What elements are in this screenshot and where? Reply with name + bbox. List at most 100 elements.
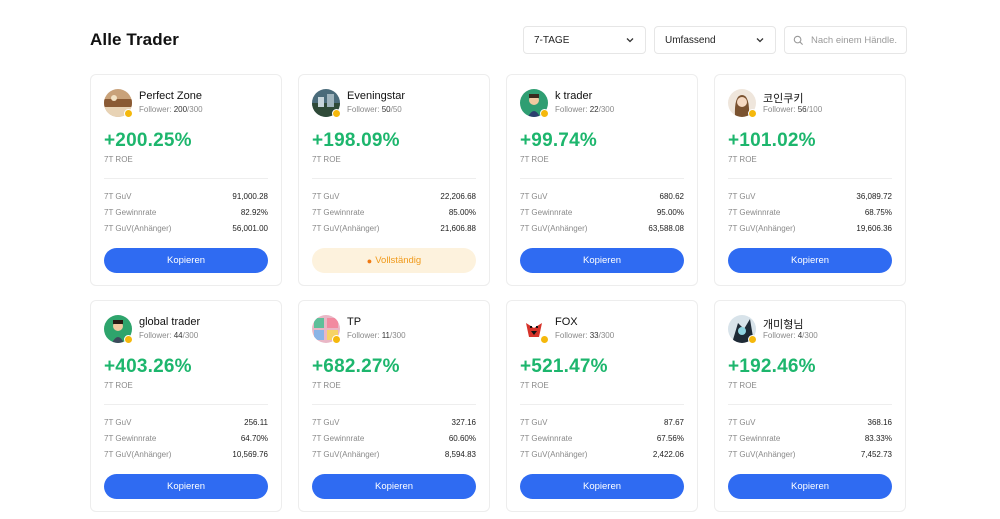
trader-card[interactable]: k trader Follower: 22/300 +99.74% 7T ROE 7T … [506,74,698,286]
follower-max: /300 [598,331,615,340]
copy-button[interactable]: Kopieren [520,248,684,273]
roe-label: 7T ROE [104,381,133,390]
copy-button[interactable]: Kopieren [312,474,476,499]
search-input[interactable]: Nach einem Händle... [784,26,907,54]
follower-current: 44 [173,331,183,340]
sort-select[interactable]: Umfassend [654,26,776,54]
stat-pnl-value: 36,089.72 [856,192,892,201]
divider [104,178,268,179]
stat-pnl-label: 7T GuV [520,192,548,201]
stat-follower-pnl: 7T GuV(Anhänger) 19,606.36 [728,224,892,236]
follower-max: /300 [187,105,203,114]
stat-winrate-value: 85.00% [448,208,476,217]
roe-label: 7T ROE [728,155,757,164]
roe-label: 7T ROE [728,381,757,390]
follower-label: Follower: [763,331,796,340]
flame-icon: ● [366,255,373,266]
trader-name[interactable]: global trader [139,316,200,328]
roe-value: +198.09% [312,130,400,151]
trader-card[interactable]: Perfect Zone Follower: 200/300 +200.25% 7T … [90,74,282,286]
copy-button[interactable]: Kopieren [728,474,892,499]
follower-current: 22 [589,105,599,114]
copy-button[interactable]: Kopieren [728,248,892,273]
stat-pnl-label: 7T GuV [312,418,340,427]
roe-label: 7T ROE [520,381,549,390]
stat-follower-pnl-value: 21,606.88 [440,224,476,233]
trader-card[interactable]: Eveningstar Follower: 50/50 +198.09% 7T ROE… [298,74,490,286]
stat-pnl-label: 7T GuV [728,192,756,201]
trader-card[interactable]: 코인쿠키 Follower: 56/100 +101.02% 7T ROE 7T GuV… [714,74,906,286]
stat-winrate-label: 7T Gewinnrate [728,434,781,443]
divider [312,178,476,179]
trader-name[interactable]: FOX [555,316,578,328]
trader-card[interactable]: TP Follower: 11/300 +682.27% 7T ROE 7T GuV 32… [298,300,490,512]
stat-winrate-value: 82.92% [240,208,268,217]
stat-winrate: 7T Gewinnrate 60.60% [312,434,476,446]
stat-winrate: 7T Gewinnrate 83.33% [728,434,892,446]
stat-follower-pnl: 7T GuV(Anhänger) 21,606.88 [312,224,476,236]
trader-name[interactable]: Eveningstar [347,90,405,102]
follower-count: Follower: 44/300 [139,331,198,340]
stat-winrate: 7T Gewinnrate 64.70% [104,434,268,446]
follower-current: 56 [797,105,807,114]
stat-pnl: 7T GuV 368.16 [728,418,892,430]
follower-max: /50 [390,105,402,114]
stat-pnl: 7T GuV 327.16 [312,418,476,430]
verified-badge-icon [124,335,133,344]
stat-winrate-label: 7T Gewinnrate [312,208,365,217]
follower-max: /300 [390,331,406,340]
copy-button[interactable]: Kopieren [520,474,684,499]
verified-badge-icon [748,109,757,118]
stat-winrate-label: 7T Gewinnrate [520,434,573,443]
stat-winrate: 7T Gewinnrate 67.56% [520,434,684,446]
trader-name[interactable]: 개미형님 [763,316,803,332]
roe-label: 7T ROE [520,155,549,164]
roe-label: 7T ROE [312,381,341,390]
stat-follower-pnl: 7T GuV(Anhänger) 63,588.08 [520,224,684,236]
stat-follower-pnl-label: 7T GuV(Anhänger) [728,224,796,233]
roe-value: +99.74% [520,130,597,151]
stat-pnl-label: 7T GuV [312,192,340,201]
trader-card[interactable]: global trader Follower: 44/300 +403.26% 7T … [90,300,282,512]
follower-count: Follower: 200/300 [139,105,203,114]
follower-max: /300 [598,105,615,114]
stat-pnl: 7T GuV 256.11 [104,418,268,430]
follower-count: Follower: 33/300 [555,331,614,340]
stat-winrate-value: 67.56% [656,434,684,443]
follower-label: Follower: [139,105,172,114]
trader-name[interactable]: Perfect Zone [139,90,202,102]
period-select[interactable]: 7-TAGE [523,26,646,54]
follower-label: Follower: [139,331,172,340]
stat-pnl-value: 22,206.68 [440,192,476,201]
stat-follower-pnl-value: 63,588.08 [648,224,684,233]
stat-pnl-value: 87.67 [663,418,684,427]
stat-follower-pnl-label: 7T GuV(Anhänger) [312,224,380,233]
stat-pnl: 7T GuV 87.67 [520,418,684,430]
copy-button[interactable]: Kopieren [104,248,268,273]
trader-card[interactable]: 개미형님 Follower: 4/300 +192.46% 7T ROE 7T GuV 3… [714,300,906,512]
verified-badge-icon [540,109,549,118]
full-status-button: ● Vollständig [312,248,476,273]
stat-winrate-value: 64.70% [240,434,268,443]
roe-value: +521.47% [520,356,608,377]
stat-follower-pnl: 7T GuV(Anhänger) 7,452.73 [728,450,892,462]
stat-winrate: 7T Gewinnrate 85.00% [312,208,476,220]
sort-select-value: Umfassend [665,34,716,46]
trader-card[interactable]: FOX Follower: 33/300 +521.47% 7T ROE 7T GuV 8… [506,300,698,512]
roe-value: +200.25% [104,130,192,151]
chevron-down-icon [756,38,764,43]
period-select-value: 7-TAGE [534,34,570,46]
full-status-label: Vollständig [375,255,422,266]
trader-name[interactable]: k trader [555,90,592,102]
trader-name[interactable]: TP [347,316,361,328]
follower-count: Follower: 50/50 [347,105,402,114]
stat-winrate: 7T Gewinnrate 82.92% [104,208,268,220]
stat-winrate-label: 7T Gewinnrate [312,434,365,443]
stat-follower-pnl-label: 7T GuV(Anhänger) [104,450,172,459]
divider [520,178,684,179]
trader-name[interactable]: 코인쿠키 [763,90,803,106]
stat-follower-pnl-value: 2,422.06 [652,450,684,459]
roe-value: +403.26% [104,356,192,377]
follower-label: Follower: [347,105,380,114]
copy-button[interactable]: Kopieren [104,474,268,499]
